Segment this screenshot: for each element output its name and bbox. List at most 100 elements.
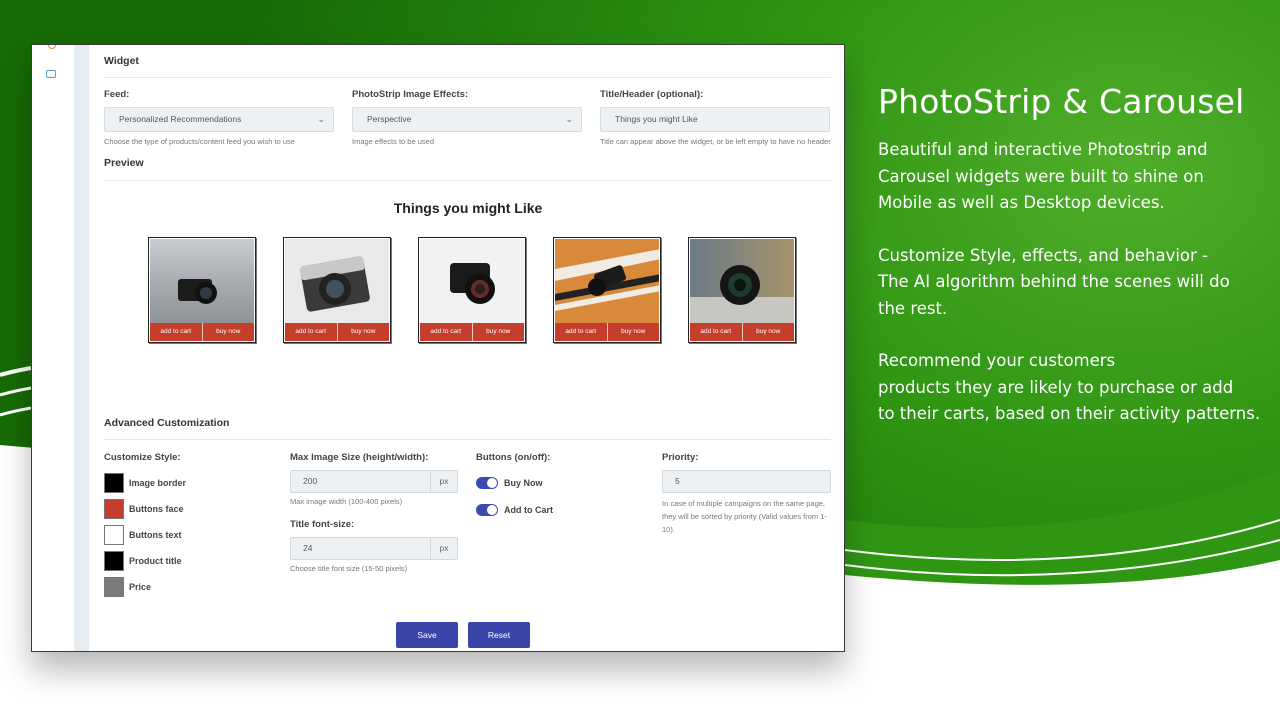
promo-line: Mobile as well as Desktop devices. xyxy=(878,193,1165,212)
max-image-size-help: Max image width (100-400 pixels) xyxy=(290,497,403,506)
promo-paragraph-3: Recommend your customers products they a… xyxy=(878,348,1268,428)
title-font-size-help: Choose title font size (15-50 pixels) xyxy=(290,564,408,573)
promo-line: Carousel widgets were built to shine on xyxy=(878,166,1204,186)
product-card[interactable]: add to cart buy now xyxy=(553,237,661,343)
swatch-label: Product title xyxy=(129,556,182,566)
promo-line: The AI algorithm behind the scenes will … xyxy=(878,272,1230,291)
title-font-size-label: Title font-size: xyxy=(290,519,355,530)
promo-line: Recommend your customers xyxy=(878,351,1116,370)
add-to-cart-button[interactable]: add to cart xyxy=(150,323,202,341)
buy-now-button[interactable]: buy now xyxy=(741,323,795,341)
preview-heading: Things you might Like xyxy=(393,200,543,216)
color-swatch[interactable] xyxy=(104,525,124,545)
card-buttons: add to cart buy now xyxy=(285,323,389,341)
priority-help: In case of multiple campaigns on the sam… xyxy=(662,497,827,536)
app-screenshot: Widget Feed: Personalized Recommendation… xyxy=(31,44,845,652)
product-card[interactable]: add to cart buy now xyxy=(148,237,256,343)
section-title-widget: Widget xyxy=(104,55,139,67)
priority-help-line: In case of multiple campaigns on the sam… xyxy=(662,499,826,508)
toggle-switch[interactable] xyxy=(476,477,498,489)
inbox-icon[interactable] xyxy=(46,70,56,78)
color-swatch[interactable] xyxy=(104,473,124,493)
add-to-cart-button[interactable]: add to cart xyxy=(420,323,472,341)
product-card[interactable]: add to cart buy now xyxy=(418,237,526,343)
unit-addon: px xyxy=(430,471,457,492)
buy-now-button[interactable]: buy now xyxy=(336,323,390,341)
add-to-cart-button[interactable]: add to cart xyxy=(285,323,337,341)
product-image[interactable] xyxy=(690,239,794,324)
max-image-size-label: Max Image Size (height/width): xyxy=(290,452,429,463)
card-buttons: add to cart buy now xyxy=(420,323,524,341)
feed-help: Choose the type of products/content feed… xyxy=(104,137,295,146)
color-swatch[interactable] xyxy=(104,577,124,597)
color-swatch[interactable] xyxy=(104,551,124,571)
product-image[interactable] xyxy=(150,239,254,324)
title-header-value: Things you might Like xyxy=(615,114,698,124)
add-to-cart-button[interactable]: add to cart xyxy=(690,323,742,341)
product-image[interactable] xyxy=(285,239,389,324)
product-card[interactable]: add to cart buy now xyxy=(283,237,391,343)
swatch-product-title[interactable]: Product title xyxy=(104,551,182,571)
chevron-down-icon: ⌄ xyxy=(317,114,325,124)
swatch-label: Image border xyxy=(129,478,187,488)
buy-now-button[interactable]: buy now xyxy=(201,323,255,341)
chevron-down-icon: ⌄ xyxy=(565,114,573,124)
title-font-size-input[interactable]: 24 px xyxy=(290,537,458,560)
camera-photo xyxy=(420,239,524,324)
toggle-label: Add to Cart xyxy=(504,505,553,515)
card-buttons: add to cart buy now xyxy=(555,323,659,341)
camera-photo xyxy=(285,239,389,324)
divider xyxy=(104,439,831,440)
swatch-label: Buttons face xyxy=(129,504,184,514)
priority-help-line: they will be sorted by priority (Valid v… xyxy=(662,512,827,521)
toggle-switch[interactable] xyxy=(476,504,498,516)
product-image[interactable] xyxy=(555,239,659,324)
promo-line: products they are likely to purchase or … xyxy=(878,377,1234,397)
max-image-size-value: 200 xyxy=(303,476,318,486)
buy-now-button[interactable]: buy now xyxy=(606,323,660,341)
promo-paragraph-1: Beautiful and interactive Photostrip and… xyxy=(878,137,1268,217)
priority-input[interactable]: 5 xyxy=(662,470,831,493)
promo-line: the rest. xyxy=(878,298,948,318)
widget-settings: Widget Feed: Personalized Recommendation… xyxy=(104,45,832,651)
feed-label: Feed: xyxy=(104,89,130,100)
product-image[interactable] xyxy=(420,239,524,324)
camera-photo xyxy=(150,239,254,324)
swatch-label: Buttons text xyxy=(129,530,182,540)
color-swatch[interactable] xyxy=(104,499,124,519)
camera-photo xyxy=(555,239,659,324)
title-header-input[interactable]: Things you might Like xyxy=(600,107,830,132)
save-button[interactable]: Save xyxy=(396,622,458,648)
title-header-label: Title/Header (optional): xyxy=(600,89,704,100)
swatch-label: Price xyxy=(129,582,152,592)
divider xyxy=(104,180,831,181)
promo-line: Customize Style, effects, and behavior - xyxy=(878,245,1208,265)
swatch-buttons-text[interactable]: Buttons text xyxy=(104,525,182,545)
unit-addon: px xyxy=(430,538,457,559)
section-title-advanced: Advanced Customization xyxy=(104,417,230,429)
swatch-price[interactable]: Price xyxy=(104,577,151,597)
product-card[interactable]: add to cart buy now xyxy=(688,237,796,343)
buttons-toggle-label: Buttons (on/off): xyxy=(476,452,551,463)
effects-select[interactable]: Perspective ⌄ xyxy=(352,107,582,132)
settings-icon[interactable] xyxy=(48,45,56,49)
max-image-size-input[interactable]: 200 px xyxy=(290,470,458,493)
promo-line: to their carts, based on their activity … xyxy=(878,404,1261,423)
add-to-cart-button[interactable]: add to cart xyxy=(555,323,607,341)
priority-label: Priority: xyxy=(662,452,699,463)
priority-value: 5 xyxy=(675,476,680,486)
swatch-buttons-face[interactable]: Buttons face xyxy=(104,499,184,519)
promo-panel: PhotoStrip & Carousel Beautiful and inte… xyxy=(878,82,1268,454)
effects-help: Image effects to be used xyxy=(352,137,434,146)
section-title-preview: Preview xyxy=(104,157,144,169)
reset-button[interactable]: Reset xyxy=(468,622,530,648)
toggle-add-to-cart[interactable]: Add to Cart xyxy=(476,504,553,516)
swatch-image-border[interactable]: Image border xyxy=(104,473,186,493)
feed-select-value: Personalized Recommendations xyxy=(119,114,242,124)
toggle-buy-now[interactable]: Buy Now xyxy=(476,477,543,489)
title-font-size-value: 24 xyxy=(303,543,313,553)
feed-select[interactable]: Personalized Recommendations ⌄ xyxy=(104,107,334,132)
buy-now-button[interactable]: buy now xyxy=(471,323,525,341)
card-buttons: add to cart buy now xyxy=(690,323,794,341)
promo-title: PhotoStrip & Carousel xyxy=(878,82,1245,121)
